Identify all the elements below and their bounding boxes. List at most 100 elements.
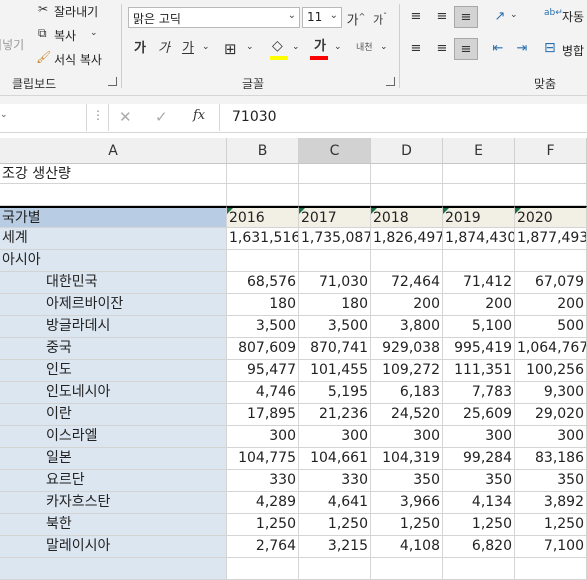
value-cell[interactable]: 104,775 (227, 448, 299, 470)
cell[interactable] (443, 164, 515, 184)
chevron-down-icon[interactable]: ⌄ (334, 42, 342, 52)
value-cell[interactable]: 4,641 (299, 492, 371, 514)
value-cell[interactable]: 3,500 (299, 316, 371, 338)
value-cell[interactable]: 1,250 (371, 514, 443, 536)
cell[interactable] (371, 250, 443, 272)
value-cell[interactable]: 9,300 (515, 382, 587, 404)
value-cell[interactable]: 300 (515, 426, 587, 448)
value-cell[interactable]: 1,250 (443, 514, 515, 536)
value-cell[interactable]: 300 (299, 426, 371, 448)
value-cell[interactable]: 3,966 (371, 492, 443, 514)
font-color-button[interactable]: 가 (308, 36, 332, 58)
align-top-button[interactable]: ≡ (404, 6, 428, 28)
value-cell[interactable]: 109,272 (371, 360, 443, 382)
cell[interactable] (443, 184, 515, 206)
cell[interactable] (227, 164, 299, 184)
cell[interactable] (299, 164, 371, 184)
value-cell[interactable]: 350 (515, 470, 587, 492)
value-cell[interactable]: 1,826,497 (371, 228, 443, 250)
align-bottom-button[interactable]: ≡ (454, 6, 478, 28)
formula-input[interactable]: 71030 (232, 109, 277, 125)
value-cell[interactable]: 4,746 (227, 382, 299, 404)
row-label-cell[interactable]: 대한민국 (0, 272, 227, 294)
row-label-cell[interactable]: 인도 (0, 360, 227, 382)
italic-button[interactable]: 가 (152, 38, 176, 60)
increase-indent-button[interactable]: ⇥ (510, 38, 534, 60)
align-right-button[interactable]: ≡ (454, 38, 478, 60)
clipboard-launcher-icon[interactable] (108, 77, 117, 86)
copy-button[interactable]: 복사 (54, 27, 76, 44)
cell[interactable] (515, 184, 587, 206)
value-cell[interactable]: 1,250 (227, 514, 299, 536)
value-cell[interactable]: 6,183 (371, 382, 443, 404)
chevron-down-icon[interactable]: ⌄ (90, 28, 98, 38)
row-label-cell[interactable]: 인도네시아 (0, 382, 227, 404)
value-cell[interactable]: 500 (515, 316, 587, 338)
value-cell[interactable] (227, 558, 299, 580)
cell[interactable] (0, 184, 227, 206)
value-cell[interactable]: 200 (515, 294, 587, 316)
value-cell[interactable]: 67,079 (515, 272, 587, 294)
merge-center-button[interactable]: 병합 (562, 42, 584, 59)
row-label-cell[interactable]: 카자흐스탄 (0, 492, 227, 514)
cancel-icon[interactable]: ✕ (119, 108, 132, 126)
value-cell[interactable]: 3,215 (299, 536, 371, 558)
value-cell[interactable]: 5,195 (299, 382, 371, 404)
row-label-cell[interactable]: 아시아 (0, 250, 227, 272)
row-label-cell[interactable]: 중국 (0, 338, 227, 360)
value-cell[interactable] (371, 558, 443, 580)
value-cell[interactable]: 3,892 (515, 492, 587, 514)
value-cell[interactable]: 25,609 (443, 404, 515, 426)
value-cell[interactable]: 72,464 (371, 272, 443, 294)
sheet-title[interactable]: 조강 생산량 (0, 164, 227, 184)
value-cell[interactable]: 104,319 (371, 448, 443, 470)
bold-button[interactable]: 가 (128, 38, 152, 60)
value-cell[interactable]: 300 (227, 426, 299, 448)
enter-icon[interactable]: ✓ (155, 108, 168, 126)
phonetic-guide-button[interactable]: 내천 (356, 40, 373, 53)
year-header-cell[interactable]: 2020 (515, 206, 587, 228)
chevron-down-icon[interactable]: ⌄ (246, 42, 254, 52)
align-middle-button[interactable]: ≡ (430, 6, 454, 28)
value-cell[interactable]: 330 (227, 470, 299, 492)
column-header-f[interactable]: F (515, 138, 587, 164)
column-header-b[interactable]: B (227, 138, 299, 164)
row-label-cell[interactable]: 이란 (0, 404, 227, 426)
value-cell[interactable]: 180 (299, 294, 371, 316)
value-cell[interactable]: 1,250 (299, 514, 371, 536)
value-cell[interactable]: 350 (443, 470, 515, 492)
cell[interactable] (371, 184, 443, 206)
row-label-cell[interactable]: 일본 (0, 448, 227, 470)
decrease-indent-button[interactable]: ⇤ (486, 38, 510, 60)
value-cell[interactable]: 29,020 (515, 404, 587, 426)
insert-function-icon[interactable]: fx (193, 108, 205, 123)
year-header-cell[interactable]: 2016 (227, 206, 299, 228)
value-cell[interactable]: 4,108 (371, 536, 443, 558)
value-cell[interactable]: 83,186 (515, 448, 587, 470)
value-cell[interactable]: 99,284 (443, 448, 515, 470)
row-label-cell[interactable] (0, 558, 227, 580)
value-cell[interactable]: 995,419 (443, 338, 515, 360)
cell[interactable] (515, 164, 587, 184)
cell[interactable] (299, 184, 371, 206)
row-label-cell[interactable]: 아제르바이잔 (0, 294, 227, 316)
align-center-button[interactable]: ≡ (430, 38, 454, 60)
paste-button-label[interactable]: 붙여넣기 (0, 36, 24, 53)
value-cell[interactable]: 200 (371, 294, 443, 316)
row-label-cell[interactable]: 북한 (0, 514, 227, 536)
value-cell[interactable]: 807,609 (227, 338, 299, 360)
value-cell[interactable]: 6,820 (443, 536, 515, 558)
value-cell[interactable]: 300 (443, 426, 515, 448)
value-cell[interactable]: 111,351 (443, 360, 515, 382)
name-box[interactable]: ⌄ (0, 104, 87, 131)
value-cell[interactable]: 100,256 (515, 360, 587, 382)
font-launcher-icon[interactable] (386, 77, 395, 86)
value-cell[interactable]: 5,100 (443, 316, 515, 338)
year-header-cell[interactable]: 2017 (299, 206, 371, 228)
value-cell[interactable]: 101,455 (299, 360, 371, 382)
value-cell[interactable]: 71,030 (299, 272, 371, 294)
cell[interactable] (371, 164, 443, 184)
fill-color-icon[interactable]: ◇ (272, 38, 283, 54)
value-cell[interactable]: 300 (371, 426, 443, 448)
font-name-combo[interactable]: 맑은 고딕 ⌄ (128, 7, 300, 28)
